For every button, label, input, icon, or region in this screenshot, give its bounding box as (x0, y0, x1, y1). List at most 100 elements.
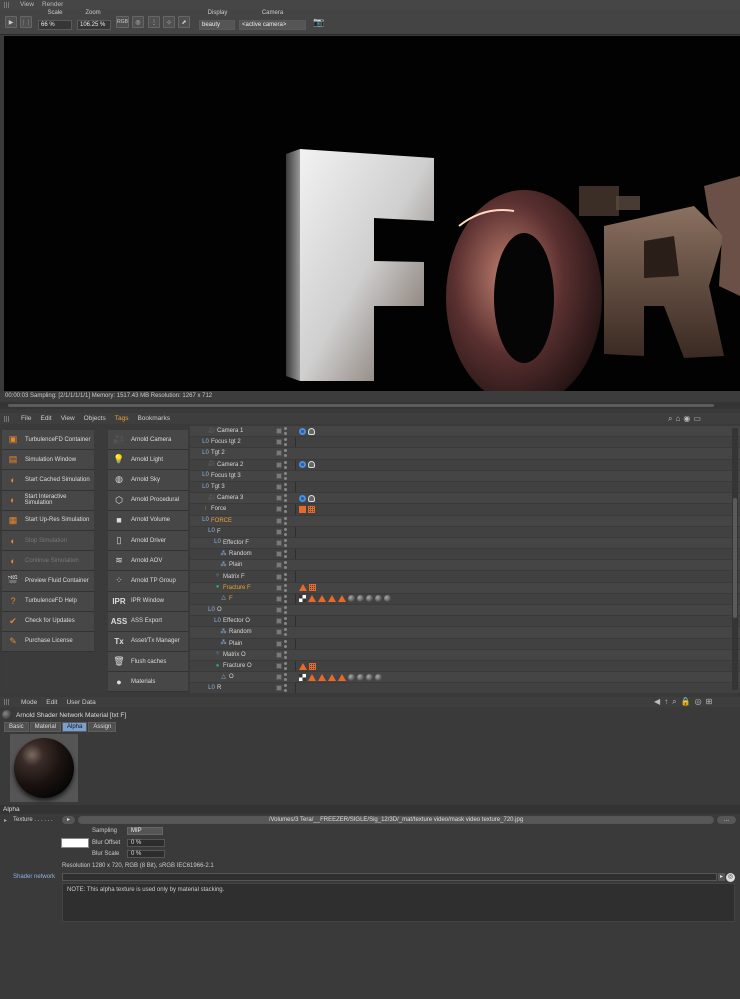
layers-icon[interactable]: ▭ (693, 414, 701, 424)
target-tag-icon[interactable] (299, 461, 306, 469)
layer-checkbox[interactable] (276, 539, 282, 546)
menu-objects[interactable]: Objects (84, 415, 106, 422)
sph-tag-icon[interactable] (375, 595, 382, 603)
tri-tag-icon[interactable] (299, 662, 307, 670)
turbulence-item[interactable]: ◐ Start Interactive Simulation (2, 490, 94, 511)
visibility-dots[interactable] (284, 460, 287, 469)
grip-handle[interactable] (4, 415, 10, 422)
turbulence-item[interactable]: ? TurbulenceFD Help (2, 591, 94, 612)
turbulence-item[interactable]: ◐ Stop Simulation (2, 530, 94, 552)
sph-tag-icon[interactable] (357, 595, 364, 603)
menu-file[interactable]: File (21, 415, 31, 422)
visibility-dots[interactable] (284, 583, 287, 592)
arnold-item[interactable]: IPR IPR Window (108, 591, 188, 612)
sph-tag-icon[interactable] (348, 673, 355, 681)
tree-row[interactable]: ⁂ Plain (190, 639, 740, 650)
grid-tag-icon[interactable] (309, 662, 316, 670)
layer-checkbox[interactable] (276, 517, 282, 524)
layer-checkbox[interactable] (276, 640, 282, 647)
arnold-item[interactable]: Tx Asset/Tx Manager (108, 631, 188, 653)
arnold-item[interactable]: 💡 Arnold Light (108, 450, 188, 471)
vertical-scrollbar[interactable] (732, 428, 738, 690)
layer-checkbox[interactable] (276, 484, 282, 491)
tree-row[interactable]: ⁂ Random (190, 627, 740, 639)
menu-edit[interactable]: Edit (40, 415, 51, 422)
layer-checkbox[interactable] (276, 685, 282, 692)
layer-checkbox[interactable] (276, 450, 282, 457)
grip-handle[interactable] (4, 1, 10, 8)
tri-tag-icon[interactable] (328, 673, 336, 681)
layer-checkbox[interactable] (276, 506, 282, 513)
sph-tag-icon[interactable] (366, 673, 373, 681)
scale-field[interactable]: 66 % (38, 20, 72, 30)
tree-row[interactable]: L0 Focus tgt 3 (190, 470, 740, 482)
visibility-dots[interactable] (284, 673, 287, 682)
visibility-dots[interactable] (284, 606, 287, 615)
sph-tag-icon[interactable] (348, 595, 355, 603)
tree-row[interactable]: L0 O (190, 605, 740, 617)
home-icon[interactable]: ⌂ (675, 414, 680, 424)
tree-row[interactable]: 🎥 Camera 3 (190, 493, 740, 505)
sph-tag-icon[interactable] (357, 673, 364, 681)
checker-tag-icon[interactable] (299, 595, 306, 603)
checker-tag-icon[interactable] (299, 673, 306, 681)
tab-material[interactable]: Material (29, 722, 62, 732)
arnold-item[interactable]: 🗑 Flush caches (108, 652, 188, 673)
tree-row[interactable]: ⁂ Random (190, 549, 740, 561)
turbulence-item[interactable]: ✔ Check for Updates (2, 611, 94, 632)
grid-tag-icon[interactable] (309, 584, 316, 592)
visibility-dots[interactable] (284, 449, 287, 458)
visibility-dots[interactable] (284, 516, 287, 525)
menu-bookmarks[interactable]: Bookmarks (137, 415, 170, 422)
tree-row[interactable]: 🎥 Camera 1 (190, 426, 740, 438)
tree-row[interactable]: △ F (190, 594, 740, 605)
target-icon[interactable]: ◎ (695, 697, 702, 707)
target-icon[interactable]: ◎ (132, 16, 144, 28)
sph-tag-icon[interactable] (375, 673, 382, 681)
horizontal-scrollbar[interactable] (0, 402, 740, 409)
shader-link-icon[interactable]: ◎ (726, 873, 735, 882)
layer-checkbox[interactable] (276, 495, 282, 502)
menu-edit[interactable]: Edit (46, 699, 57, 706)
menu-view[interactable]: View (20, 1, 34, 8)
tree-row[interactable]: △ O (190, 672, 740, 684)
visibility-dots[interactable] (284, 494, 287, 503)
visibility-dots[interactable] (284, 427, 287, 436)
turbulence-item[interactable]: ◐ Continue Simulation (2, 551, 94, 572)
menu-tags[interactable]: Tags (115, 415, 129, 422)
render-view[interactable] (4, 36, 740, 391)
tree-row[interactable]: ● Fracture F (190, 582, 740, 594)
zoom-field[interactable]: 106.25 % (77, 20, 111, 30)
scroll-thumb[interactable] (733, 498, 737, 618)
display-dropdown[interactable]: beauty (199, 20, 235, 30)
region-icon[interactable]: ⊹ (163, 16, 175, 28)
layer-checkbox[interactable] (276, 618, 282, 625)
target-tag-icon[interactable] (299, 427, 306, 435)
tree-row[interactable]: ↑ Force (190, 504, 740, 516)
play-button[interactable]: ▶ (5, 16, 17, 28)
snapshot-camera-icon[interactable]: 📷 (313, 16, 325, 28)
arnold-item[interactable]: 🎥 Arnold Camera (108, 430, 188, 451)
turbulence-item[interactable]: 🎬 Preview Fluid Container (2, 571, 94, 592)
layer-checkbox[interactable] (276, 595, 282, 602)
tree-row[interactable]: ⁘ Matrix F (190, 571, 740, 583)
tab-basic[interactable]: Basic (4, 722, 29, 732)
sampling-dropdown[interactable]: MIP (127, 827, 163, 835)
layer-checkbox[interactable] (276, 472, 282, 479)
arnold-item[interactable]: ASS ASS Export (108, 611, 188, 632)
tri-tag-icon[interactable] (338, 595, 346, 603)
visibility-dots[interactable] (284, 527, 287, 536)
visibility-dots[interactable] (284, 438, 287, 447)
visibility-dots[interactable] (284, 505, 287, 514)
orange-tag-icon[interactable] (299, 505, 306, 513)
arnold-item[interactable]: ◍ Arnold Sky (108, 470, 188, 491)
visibility-dots[interactable] (284, 483, 287, 492)
menu-user-data[interactable]: User Data (66, 699, 95, 706)
shader-menu-arrow-icon[interactable]: ▸ (718, 873, 725, 881)
layer-checkbox[interactable] (276, 439, 282, 446)
turbulence-item[interactable]: ✎ Purchase License (2, 631, 94, 653)
target-tag-icon[interactable] (299, 494, 306, 502)
layer-checkbox[interactable] (276, 663, 282, 670)
visibility-dots[interactable] (284, 662, 287, 671)
sph-tag-icon[interactable] (366, 595, 373, 603)
